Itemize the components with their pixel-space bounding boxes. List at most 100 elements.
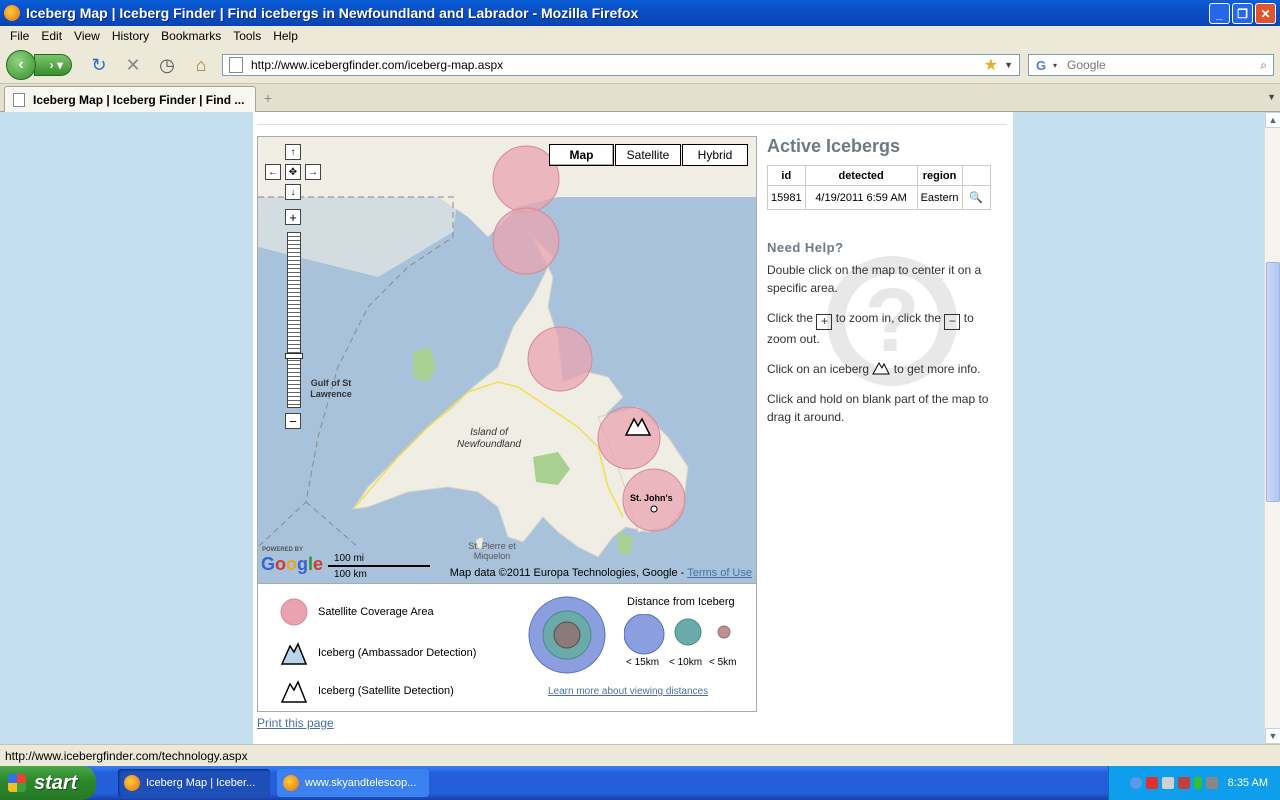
menu-help[interactable]: Help (267, 29, 304, 43)
help-zoom: Click the + to zoom in, click the − to z… (767, 311, 974, 346)
minimize-button[interactable]: _ (1209, 3, 1230, 24)
maximize-button[interactable]: ❐ (1232, 3, 1253, 24)
distance-swatches (624, 614, 731, 655)
menu-file[interactable]: File (4, 29, 35, 43)
zoom-out-button[interactable]: − (285, 413, 301, 429)
active-icebergs-heading: Active Icebergs (767, 136, 901, 156)
start-label: start (34, 771, 78, 794)
coverage-area-4 (597, 406, 661, 470)
label-stjohns: St. John's (630, 493, 673, 503)
url-dropdown-icon[interactable]: ▼ (1004, 60, 1013, 70)
col-action (961, 165, 991, 186)
reload-icon[interactable]: ↻ (88, 54, 110, 76)
display-icon[interactable] (1205, 777, 1218, 789)
bookmark-star-icon[interactable]: ★ (984, 55, 998, 75)
google-search-icon[interactable]: G (1029, 58, 1053, 73)
stop-icon[interactable]: ✕ (122, 54, 144, 76)
history-icon[interactable]: ◷ (156, 54, 178, 76)
cell-id: 15981 (767, 185, 806, 210)
vertical-scrollbar[interactable]: ▲ ▼ (1264, 112, 1280, 744)
magnifier-icon[interactable]: ⌕ (1260, 58, 1267, 73)
forward-button[interactable]: › ▾ (34, 54, 72, 76)
tab-list-dropdown-icon[interactable]: ▼ (1267, 92, 1276, 102)
print-page-link[interactable]: Print this page (257, 716, 334, 730)
iceberg-map[interactable]: Gulf of St Lawrence Island of Newfoundla… (257, 136, 757, 584)
new-tab-button[interactable]: + (258, 90, 278, 108)
map-type-map-button[interactable]: Map (549, 144, 614, 166)
map-canvas[interactable] (258, 137, 757, 584)
pan-right-button[interactable]: → (305, 164, 321, 180)
map-type-hybrid-button[interactable]: Hybrid (682, 144, 748, 166)
menu-tools[interactable]: Tools (227, 29, 267, 43)
taskbar-item-sky[interactable]: www.skyandtelescop... (277, 769, 429, 797)
coverage-swatch (280, 598, 308, 626)
label-island: Island of Newfoundland (457, 427, 521, 450)
menu-bookmarks[interactable]: Bookmarks (155, 29, 227, 43)
cell-detected: 4/19/2011 6:59 AM (804, 185, 918, 210)
menu-view[interactable]: View (68, 29, 106, 43)
clock[interactable]: 8:35 AM (1228, 777, 1268, 789)
tray-arrow-icon[interactable] (1129, 777, 1142, 789)
menu-edit[interactable]: Edit (35, 29, 68, 43)
google-logo[interactable]: Google (261, 554, 323, 575)
zoom-in-icon: + (816, 314, 833, 330)
ambassador-iceberg-icon (280, 642, 308, 665)
distance-10km: < 10km (669, 657, 703, 668)
scale-bar: 100 mi 100 km (328, 553, 430, 580)
distance-title: Distance from Iceberg (627, 596, 735, 608)
pan-left-button[interactable]: ← (265, 164, 281, 180)
scrollbar-thumb[interactable] (1266, 262, 1280, 502)
help-iceberg: Click on an iceberg to get more info. (767, 361, 981, 376)
distance-5km: < 5km (709, 657, 737, 668)
scroll-up-button[interactable]: ▲ (1265, 112, 1280, 128)
sidebar: ? Active Icebergs id detected region 159… (767, 136, 999, 438)
url-input[interactable] (251, 58, 984, 72)
url-bar[interactable]: ★ ▼ (222, 54, 1020, 76)
security-shield-icon[interactable] (1145, 777, 1158, 789)
taskbar-item-iceberg[interactable]: Iceberg Map | Iceber... (118, 769, 270, 797)
table-row[interactable]: 15981 4/19/2011 6:59 AM Eastern 🔍 (767, 185, 991, 210)
start-button[interactable]: start (0, 766, 96, 800)
map-type-satellite-button[interactable]: Satellite (615, 144, 681, 166)
label-gulf: Gulf of St Lawrence (310, 378, 352, 399)
pan-center-button[interactable]: ✥ (285, 164, 301, 180)
battery-icon[interactable] (1193, 777, 1202, 789)
search-bar[interactable]: G ▾ ⌕ (1028, 54, 1274, 76)
zoom-in-button[interactable]: + (285, 209, 301, 225)
firefox-icon (4, 5, 20, 21)
close-button[interactable]: ✕ (1255, 3, 1276, 24)
search-input[interactable] (1057, 58, 1261, 72)
back-button[interactable]: ‹ (6, 50, 36, 80)
legend-ambassador: Iceberg (Ambassador Detection) (318, 647, 477, 659)
distance-15km: < 15km (626, 657, 660, 668)
powered-by-label: POWERED BY (262, 547, 304, 553)
home-icon[interactable]: ⌂ (190, 54, 212, 76)
page-icon (229, 57, 243, 73)
zoom-to-iceberg-icon[interactable]: 🔍 (961, 185, 991, 210)
active-icebergs-table: id detected region 15981 4/19/2011 6:59 … (767, 165, 991, 210)
learn-more-link[interactable]: Learn more about viewing distances (548, 686, 708, 697)
tab-iceberg-map[interactable]: Iceberg Map | Iceberg Finder | Find ... (4, 86, 256, 112)
col-id: id (767, 165, 806, 186)
windows-flag-icon (8, 774, 26, 792)
need-help-heading: Need Help? (767, 240, 844, 255)
tray-app-icon[interactable] (1177, 777, 1190, 789)
window-titlebar: Iceberg Map | Iceberg Finder | Find iceb… (0, 0, 1280, 26)
scroll-down-button[interactable]: ▼ (1265, 728, 1280, 744)
status-bar: http://www.icebergfinder.com/technology.… (0, 744, 1280, 766)
map-legend: Satellite Coverage Area Iceberg (Ambassa… (257, 584, 757, 712)
zoom-slider[interactable] (285, 232, 303, 408)
scale-km: 100 km (334, 569, 367, 580)
tab-label: Iceberg Map | Iceberg Finder | Find ... (33, 92, 245, 107)
zoom-slider-thumb[interactable] (285, 353, 303, 359)
pan-down-button[interactable]: ↓ (285, 184, 301, 200)
menu-history[interactable]: History (106, 29, 155, 43)
coverage-area-2 (492, 207, 560, 275)
attribution-text: Map data ©2011 Europa Technologies, Goog… (449, 567, 688, 579)
pan-up-button[interactable]: ↑ (285, 144, 301, 160)
taskbar-item-label: Iceberg Map | Iceber... (146, 777, 256, 789)
menu-bar: File Edit View History Bookmarks Tools H… (0, 26, 1280, 46)
network-icon[interactable] (1161, 777, 1174, 789)
terms-of-use-link[interactable]: Terms of Use (687, 567, 752, 579)
zoom-out-icon: − (944, 314, 961, 330)
